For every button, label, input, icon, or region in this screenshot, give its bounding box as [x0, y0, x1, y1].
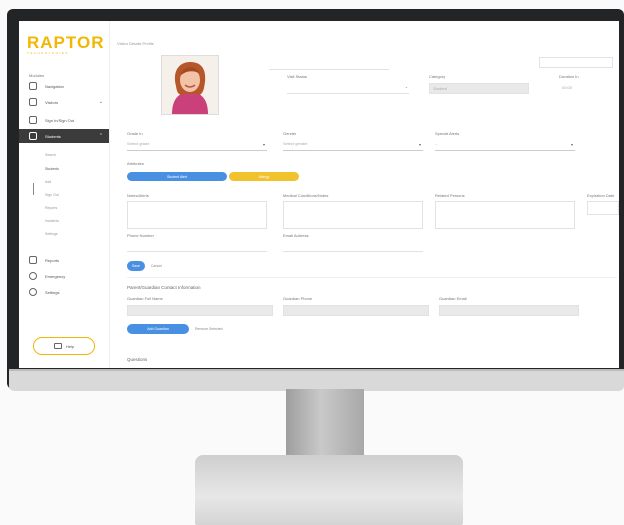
questions-heading: Questions	[127, 357, 148, 362]
status-field[interactable]	[287, 83, 409, 94]
duration-field: 00:00	[559, 83, 613, 94]
guardian-phone-field[interactable]	[283, 305, 429, 316]
guardian-name-label: Guardian Full Name	[127, 296, 163, 301]
sidebar-item-label: Emergency	[45, 273, 66, 279]
monitor-stand-neck	[286, 389, 364, 459]
sidebar-item-sign-in[interactable]: Sign In/Sign Out	[19, 113, 109, 127]
gear-icon	[29, 288, 37, 296]
clipboard-icon	[29, 116, 37, 124]
gender-label: Gender	[283, 131, 297, 136]
cancel-button[interactable]: Cancel	[151, 264, 162, 268]
sidebar-item-label: Visitors	[45, 99, 59, 105]
gender-select[interactable]: Select gender ▾	[283, 141, 423, 151]
alerts-value: --	[435, 141, 438, 146]
alert-icon	[29, 272, 37, 280]
sidebar-item-settings[interactable]: Settings	[19, 285, 109, 299]
notes-textarea[interactable]	[127, 201, 267, 229]
screen: RAPTOR TECHNOLOGIES Modules Navigation V…	[19, 21, 619, 368]
sub-item-incidents[interactable]: Incidents	[45, 219, 59, 223]
gender-value: Select gender	[283, 141, 308, 146]
profile-photo	[161, 55, 219, 115]
email-input[interactable]	[283, 241, 423, 252]
compass-icon	[29, 82, 37, 90]
active-sub-indicator	[33, 183, 34, 195]
guardian-name-field[interactable]	[127, 305, 273, 316]
alerts-select[interactable]: -- ▾	[435, 141, 575, 151]
expiration-label: Expiration Date	[587, 193, 615, 198]
sidebar-item-emergency[interactable]: Emergency	[19, 269, 109, 283]
sidebar: RAPTOR TECHNOLOGIES Modules Navigation V…	[19, 21, 110, 368]
sidebar-item-label: Navigation	[45, 83, 64, 89]
status-label: Visit Status	[287, 74, 307, 79]
attributes-label: Attributes	[127, 161, 144, 166]
medical-textarea[interactable]	[283, 201, 423, 229]
grade-select[interactable]: Select grade ▾	[127, 141, 267, 151]
tag-allergy[interactable]: Allergy	[229, 172, 299, 181]
phone-label: Phone Number	[127, 233, 154, 238]
email-label: Email Address	[283, 233, 309, 238]
chevron-down-icon: ▾	[262, 142, 265, 147]
phone-input[interactable]	[127, 241, 267, 252]
brand-logo: RAPTOR TECHNOLOGIES	[27, 33, 105, 55]
help-button[interactable]: Help	[33, 337, 95, 355]
sidebar-item-reports[interactable]: Reports	[19, 253, 109, 267]
sidebar-item-navigation[interactable]: Navigation	[19, 79, 109, 93]
nav-heading: Modules	[29, 73, 45, 78]
guardian-phone-label: Guardian Phone	[283, 296, 313, 301]
save-button[interactable]: Save	[127, 261, 145, 271]
sidebar-item-label: Sign In/Sign Out	[45, 117, 75, 123]
sub-item-reports[interactable]: Reports	[45, 206, 57, 210]
duration-label: Duration In	[559, 74, 579, 79]
sidebar-item-label: Students	[45, 133, 61, 139]
sub-item-settings[interactable]: Settings	[45, 232, 58, 236]
medical-label: Medical Conditions/Notes	[283, 193, 329, 198]
monitor-chin	[9, 369, 624, 391]
sub-item-sign-out[interactable]: Sign Out	[45, 193, 59, 197]
related-textarea[interactable]	[435, 201, 575, 229]
help-label: Help	[65, 343, 75, 349]
add-guardian-button[interactable]: Add Guardian	[127, 324, 189, 334]
guardian-email-field[interactable]	[439, 305, 579, 316]
sub-item-add[interactable]: Add	[45, 180, 51, 184]
brand-name: RAPTOR	[27, 33, 105, 52]
sidebar-item-students[interactable]: Students ⌃	[19, 129, 109, 143]
main-content: Visitor Details Profile Visit Status ⌄ C…	[109, 21, 619, 368]
student-icon	[29, 132, 37, 140]
related-label: Related Persons	[435, 193, 465, 198]
divider	[127, 277, 617, 278]
sidebar-item-label: Settings	[45, 289, 60, 295]
top-field[interactable]	[269, 59, 389, 70]
expiration-field[interactable]	[587, 201, 619, 215]
person-icon	[29, 98, 37, 106]
chevron-down-icon: ▾	[570, 142, 573, 147]
notes-label: Notes/Alerts	[127, 193, 149, 198]
status-caret-icon: ⌄	[405, 85, 408, 89]
grade-label: Grade In	[127, 131, 143, 136]
breadcrumb: Visitor Details Profile	[117, 41, 154, 46]
chart-icon	[29, 256, 37, 264]
category-label: Category	[429, 74, 446, 79]
sub-item-students[interactable]: Students	[45, 167, 59, 171]
chevron-down-icon: ▾	[418, 142, 421, 147]
guardian-email-label: Guardian Email	[439, 296, 467, 301]
top-right-field[interactable]	[539, 57, 613, 68]
sub-item-search[interactable]: Search	[45, 153, 56, 157]
sidebar-item-label: Reports	[45, 257, 60, 263]
monitor-stand-base	[195, 455, 463, 525]
grade-value: Select grade	[127, 141, 150, 146]
guardian-heading: Parent/Guardian Contact Information	[127, 285, 201, 290]
category-field[interactable]: Student	[429, 83, 529, 94]
remove-selected-link[interactable]: Remove Selected	[195, 327, 223, 331]
profile-photo-image	[162, 56, 218, 114]
chevron-down-icon: ⌄	[98, 99, 103, 105]
chat-icon	[53, 343, 62, 349]
chevron-up-icon: ⌃	[98, 133, 103, 139]
alerts-label: Special Alerts	[435, 131, 460, 136]
tag-student-alert[interactable]: Student Alert	[127, 172, 227, 181]
sidebar-item-visitors[interactable]: Visitors ⌄	[19, 95, 109, 109]
